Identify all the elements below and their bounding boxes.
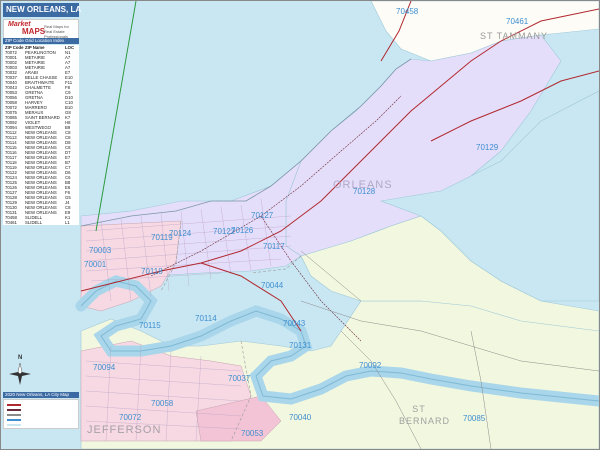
zip-index-row: 70461 SLIDELL L1 (3, 220, 79, 225)
zip-grid-loc: L1 (65, 220, 70, 225)
map-legend (3, 399, 79, 429)
parish-label-st-bernard: ST BERNARD (399, 404, 451, 426)
zip-label: 70129 (476, 143, 499, 152)
zip-label: 70044 (261, 281, 284, 290)
zip-index-header: ZIP Code Grid Location Index (3, 38, 79, 44)
legend-road-swatch (7, 414, 21, 416)
zip-label: 70118 (141, 267, 163, 276)
legend-railway-swatch (7, 409, 21, 411)
zip-label: 70115 (139, 321, 161, 330)
parish-label-jefferson: JEFFERSON (87, 424, 162, 436)
zip-label: 70119 (151, 233, 173, 242)
zip-label: 70094 (93, 363, 116, 372)
zip-name: SLIDELL (25, 220, 43, 225)
zip-label: 70053 (241, 429, 264, 438)
legend-interstate-swatch (7, 404, 21, 406)
logo-brand-main: MAPS (22, 27, 46, 36)
map-title: NEW ORLEANS, LA (3, 3, 81, 17)
zip-label: 70127 (251, 211, 274, 220)
zip-index-rows: 70072 PEARLINGTON N1 70001 METAIRIE A7 70002 ME… (3, 50, 79, 225)
zip-label: 70117 (263, 242, 285, 251)
zip-label: 70122 (213, 227, 236, 236)
zip-label: 70001 (84, 260, 107, 269)
parish-label-st-tammany: ST TAMMANY (479, 31, 548, 41)
zip-label: 70058 (151, 399, 174, 408)
zip-label: 70037 (228, 374, 251, 383)
zip-label: 70072 (119, 413, 142, 422)
logo-tagline: Real Maps for Real Estate Professionals (44, 24, 69, 39)
legend-water-swatch (7, 424, 21, 426)
zip-label: 70458 (396, 7, 419, 16)
compass-rose-icon (9, 363, 31, 385)
zip-label: 70114 (195, 314, 217, 323)
compass-north-label: N (18, 355, 23, 361)
zip-code: 70461 (5, 220, 17, 225)
zip-label: 70003 (89, 246, 112, 255)
zip-label: 70131 (289, 341, 312, 350)
zip-label: 70092 (359, 361, 382, 370)
legend-zip-swatch (7, 419, 21, 421)
zip-label: 70043 (283, 319, 306, 328)
inset-header: 2020 New Orleans, LA City Map (3, 392, 79, 398)
zip-label: 70085 (463, 414, 486, 423)
zip-label: 70128 (353, 187, 376, 196)
zip-index-table: ZIP Code ZIP Name LOC 70072 PEARLINGTON N1… (3, 45, 79, 225)
zip-label: 70461 (506, 17, 529, 26)
map-canvas[interactable] (1, 1, 599, 449)
map-frame: ST TAMMANY ORLEANS JEFFERSON ST BERNARD … (0, 0, 600, 450)
zip-label: 70040 (289, 413, 312, 422)
